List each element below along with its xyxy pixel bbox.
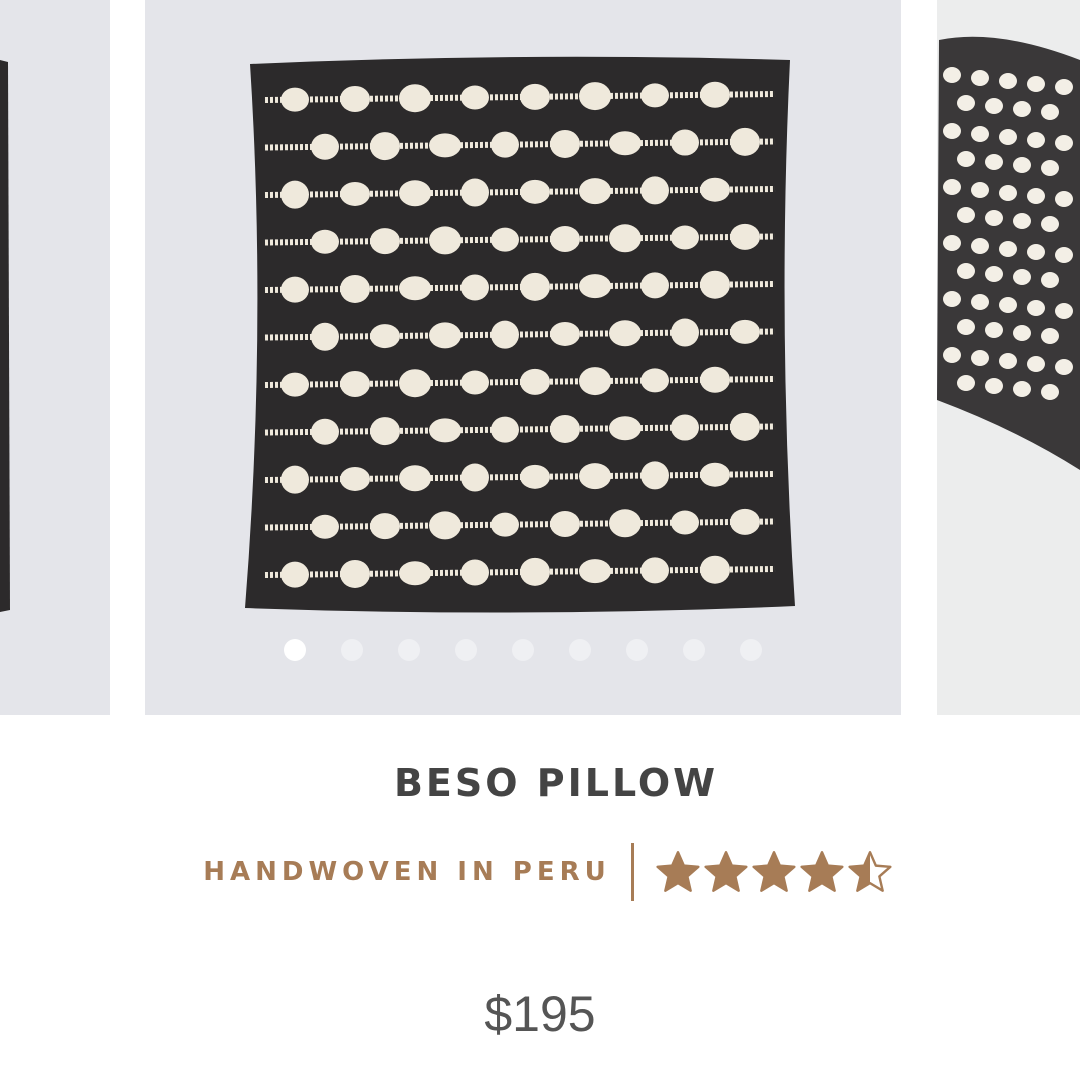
carousel-dot[interactable] (740, 639, 762, 661)
star-full-icon (800, 850, 844, 892)
product-meta: HANDWOVEN IN PERU (0, 842, 1080, 902)
carousel-dot[interactable] (569, 639, 591, 661)
star-full-icon (752, 850, 796, 892)
product-title[interactable]: BESO PILLOW (32, 760, 1080, 806)
product-origin: HANDWOVEN IN PERU (203, 857, 611, 887)
carousel-dot[interactable] (284, 639, 306, 661)
product-price: $195 (484, 986, 596, 1042)
previous-slide-image[interactable] (0, 0, 110, 715)
next-slide-image[interactable] (937, 0, 1080, 715)
rating-stars[interactable] (656, 850, 892, 894)
star-half-icon (848, 850, 892, 892)
carousel-dot[interactable] (626, 639, 648, 661)
meta-divider (630, 843, 634, 901)
star-full-icon (704, 850, 748, 892)
product-info: BESO PILLOW HANDWOVEN IN PERU (0, 760, 1080, 902)
carousel-dot[interactable] (683, 639, 705, 661)
star-full-icon (656, 850, 700, 892)
carousel-dot[interactable] (398, 639, 420, 661)
carousel-dots (145, 639, 901, 661)
product-image-main (145, 0, 901, 715)
image-carousel[interactable] (0, 0, 1080, 715)
carousel-dot[interactable] (512, 639, 534, 661)
carousel-dot[interactable] (341, 639, 363, 661)
carousel-dot[interactable] (455, 639, 477, 661)
